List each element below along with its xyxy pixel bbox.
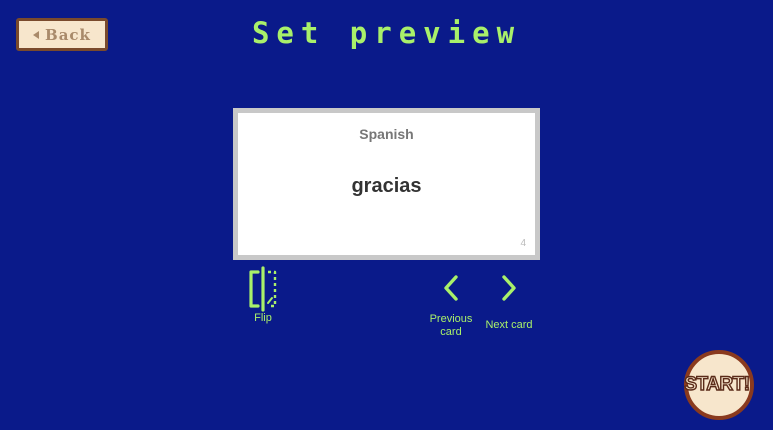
start-label: START! [684,373,751,395]
previous-card-label: Previous card [429,313,473,338]
card-number: 4 [520,238,526,249]
card-word: gracias [351,175,422,197]
flip-label: Flip [254,312,272,324]
previous-card-button[interactable]: Previous card [424,272,478,339]
chevron-left-icon [444,275,458,301]
start-button[interactable]: START! [684,350,754,420]
chevron-right-icon [502,275,516,301]
next-card-button[interactable]: Next card [482,272,536,332]
flip-button[interactable]: Flip [236,266,290,325]
page-title: Set preview [251,16,522,50]
flashcard[interactable]: Spanish gracias 4 [233,108,540,260]
flip-icon [249,266,277,312]
card-language-label: Spanish [359,126,414,142]
next-card-label: Next card [485,319,533,331]
